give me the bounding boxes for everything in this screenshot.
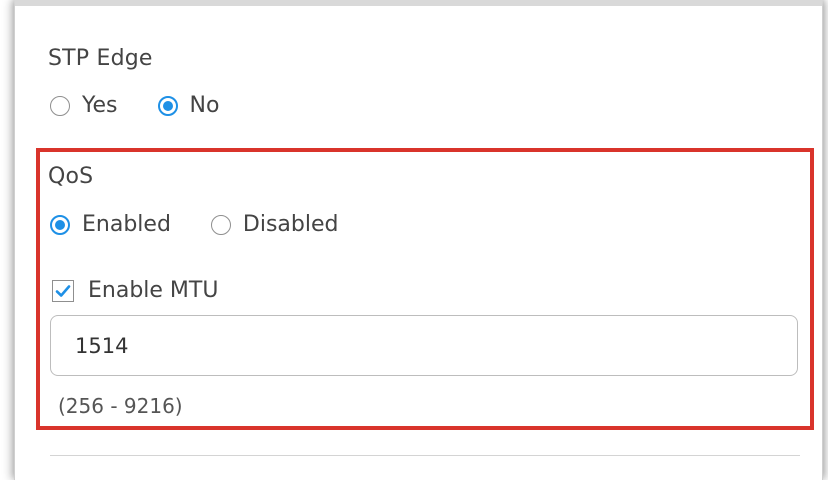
radio-unchecked-icon[interactable] (210, 214, 231, 235)
qos-label: QoS (48, 164, 94, 189)
radio-checked-icon[interactable] (157, 95, 178, 116)
stp-edge-radio-group: Yes No (50, 93, 259, 118)
radio-checked-icon[interactable] (50, 214, 70, 235)
checkmark-icon (55, 284, 71, 297)
enable-mtu-label: Enable MTU (88, 278, 219, 303)
qos-enabled-label: Enabled (82, 212, 171, 237)
qos-enabled-option[interactable]: Enabled (50, 212, 171, 237)
section-divider (50, 455, 800, 456)
stp-edge-label: STP Edge (48, 46, 153, 71)
stp-edge-yes-label: Yes (82, 93, 118, 118)
qos-disabled-label: Disabled (242, 212, 339, 237)
qos-disabled-option[interactable]: Disabled (210, 212, 339, 237)
enable-mtu-checkbox[interactable] (52, 279, 74, 302)
mtu-range-hint: (256 - 9216) (58, 394, 183, 418)
radio-unchecked-icon[interactable] (50, 95, 70, 116)
stp-edge-no-option[interactable]: No (157, 93, 220, 118)
qos-radio-group: Enabled Disabled (50, 212, 378, 237)
mtu-input[interactable] (50, 315, 798, 376)
enable-mtu-row[interactable]: Enable MTU (52, 278, 218, 303)
stp-edge-no-label: No (189, 93, 220, 118)
stp-edge-yes-option[interactable]: Yes (50, 93, 118, 118)
